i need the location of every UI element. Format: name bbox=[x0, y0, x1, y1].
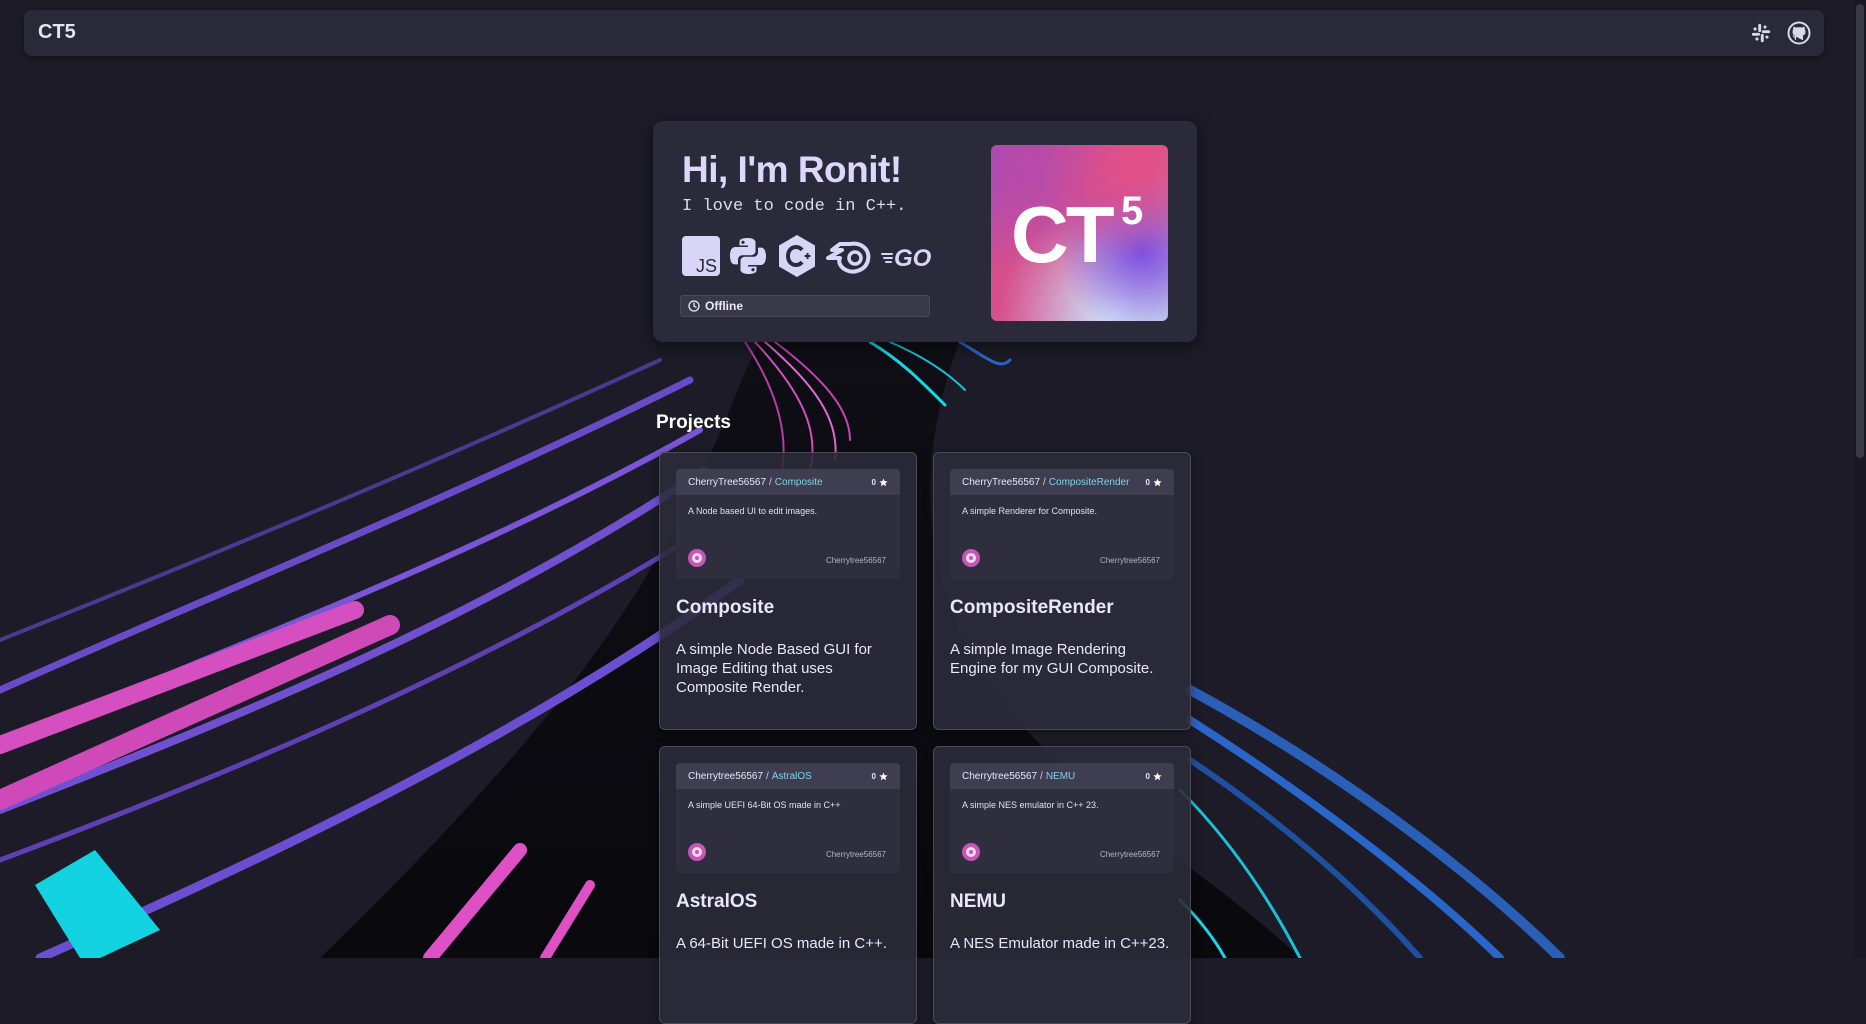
scrollbar-thumb[interactable] bbox=[1856, 4, 1864, 458]
svg-text:GO: GO bbox=[894, 245, 932, 272]
repo-stars: 0 bbox=[872, 772, 888, 781]
repo-separator: / bbox=[1040, 770, 1043, 782]
social-links bbox=[1748, 20, 1812, 46]
repo-preview[interactable]: CherryTree56567 / Composite 0 A Node bas… bbox=[676, 469, 900, 579]
star-count: 0 bbox=[1145, 477, 1150, 487]
cplusplus-icon bbox=[776, 234, 818, 278]
language-icons: JS GO bbox=[682, 234, 938, 278]
go-icon: GO bbox=[880, 238, 938, 274]
repo-preview[interactable]: Cherrytree56567 / NEMU 0 A simple NES em… bbox=[950, 763, 1174, 873]
star-icon bbox=[879, 477, 888, 486]
brand-logo-text[interactable]: CT5 bbox=[38, 21, 76, 44]
repo-owner: CherryTree56567 bbox=[688, 476, 767, 488]
project-card[interactable]: Cherrytree56567 / AstralOS 0 A simple UE… bbox=[659, 746, 917, 1024]
avatar-icon bbox=[966, 553, 976, 563]
repo-stars: 0 bbox=[1146, 478, 1162, 487]
repo-name-link[interactable]: CompositeRender bbox=[1049, 477, 1130, 488]
repo-preview[interactable]: CherryTree56567 / CompositeRender 0 A si… bbox=[950, 469, 1174, 579]
javascript-icon: JS bbox=[682, 236, 720, 276]
project-description: A NES Emulator made in C++23. bbox=[950, 935, 1170, 952]
repo-name-link[interactable]: NEMU bbox=[1046, 771, 1075, 782]
repo-description: A Node based UI to edit images. bbox=[688, 506, 818, 516]
star-icon bbox=[879, 771, 888, 780]
project-description: A simple Image Rendering Engine for my G… bbox=[950, 641, 1154, 677]
repo-name-link[interactable]: Composite bbox=[775, 477, 823, 488]
project-card[interactable]: CherryTree56567 / Composite 0 A Node bas… bbox=[659, 452, 917, 730]
intro-card: Hi, I'm Ronit! I love to code in C++. JS bbox=[653, 121, 1197, 342]
repo-separator: / bbox=[1043, 476, 1046, 488]
repo-header: CherryTree56567 / CompositeRender 0 bbox=[950, 469, 1174, 495]
repo-stars: 0 bbox=[1146, 772, 1162, 781]
blender-icon bbox=[826, 236, 872, 276]
project-title: NEMU bbox=[950, 891, 1006, 912]
repo-name-link[interactable]: AstralOS bbox=[772, 771, 812, 782]
repo-owner-footer: Cherrytree56567 bbox=[825, 850, 886, 859]
repo-owner: CherryTree56567 bbox=[962, 476, 1041, 488]
top-navbar: CT5 bbox=[24, 10, 1824, 56]
star-count: 0 bbox=[1145, 771, 1150, 781]
svg-text:JS: JS bbox=[696, 256, 717, 276]
avatar bbox=[962, 549, 980, 567]
intro-subtitle: I love to code in C++. bbox=[682, 197, 907, 216]
star-icon bbox=[1153, 477, 1162, 486]
project-title: Composite bbox=[676, 597, 775, 618]
project-title: CompositeRender bbox=[950, 597, 1114, 618]
logo-superscript: 5 bbox=[1121, 189, 1144, 233]
logo-text: CT bbox=[1011, 190, 1115, 279]
project-card[interactable]: Cherrytree56567 / NEMU 0 A simple NES em… bbox=[933, 746, 1191, 1024]
project-description: A simple Node Based GUI for Image Editin… bbox=[676, 641, 872, 696]
repo-separator: / bbox=[769, 476, 772, 488]
status-indicator: Offline bbox=[680, 295, 930, 317]
repo-owner-footer: Cherrytree56567 bbox=[825, 556, 886, 565]
intro-title: Hi, I'm Ronit! bbox=[682, 149, 902, 190]
project-title: AstralOS bbox=[676, 891, 758, 912]
repo-owner-footer: Cherrytree56567 bbox=[1099, 556, 1160, 565]
avatar-icon bbox=[966, 847, 976, 857]
avatar bbox=[688, 549, 706, 567]
repo-owner-footer: Cherrytree56567 bbox=[1099, 850, 1160, 859]
star-count: 0 bbox=[871, 771, 876, 781]
python-icon bbox=[728, 236, 768, 276]
star-icon bbox=[1153, 771, 1162, 780]
projects-heading: Projects bbox=[656, 412, 731, 433]
repo-header: Cherrytree56567 / NEMU 0 bbox=[950, 763, 1174, 789]
repo-description: A simple UEFI 64-Bit OS made in C++ bbox=[688, 800, 841, 810]
avatar-icon bbox=[692, 553, 702, 563]
repo-header: CherryTree56567 / Composite 0 bbox=[676, 469, 900, 495]
repo-description: A simple Renderer for Composite. bbox=[962, 506, 1098, 516]
repo-header: Cherrytree56567 / AstralOS 0 bbox=[676, 763, 900, 789]
repo-owner: Cherrytree56567 bbox=[688, 770, 764, 782]
ct5-logo-image: CT 5 bbox=[991, 145, 1168, 321]
project-card[interactable]: CherryTree56567 / CompositeRender 0 A si… bbox=[933, 452, 1191, 730]
github-icon[interactable] bbox=[1786, 20, 1812, 46]
status-text: Offline bbox=[705, 299, 743, 313]
slack-icon[interactable] bbox=[1748, 20, 1774, 46]
star-count: 0 bbox=[871, 477, 876, 487]
avatar-icon bbox=[692, 847, 702, 857]
avatar bbox=[688, 843, 706, 861]
project-description: A 64-Bit UEFI OS made in C++. bbox=[676, 935, 887, 952]
repo-separator: / bbox=[766, 770, 769, 782]
repo-description: A simple NES emulator in C++ 23. bbox=[962, 800, 1099, 810]
clock-icon bbox=[688, 300, 700, 312]
repo-preview[interactable]: Cherrytree56567 / AstralOS 0 A simple UE… bbox=[676, 763, 900, 873]
avatar bbox=[962, 843, 980, 861]
repo-stars: 0 bbox=[872, 478, 888, 487]
repo-owner: Cherrytree56567 bbox=[962, 770, 1038, 782]
